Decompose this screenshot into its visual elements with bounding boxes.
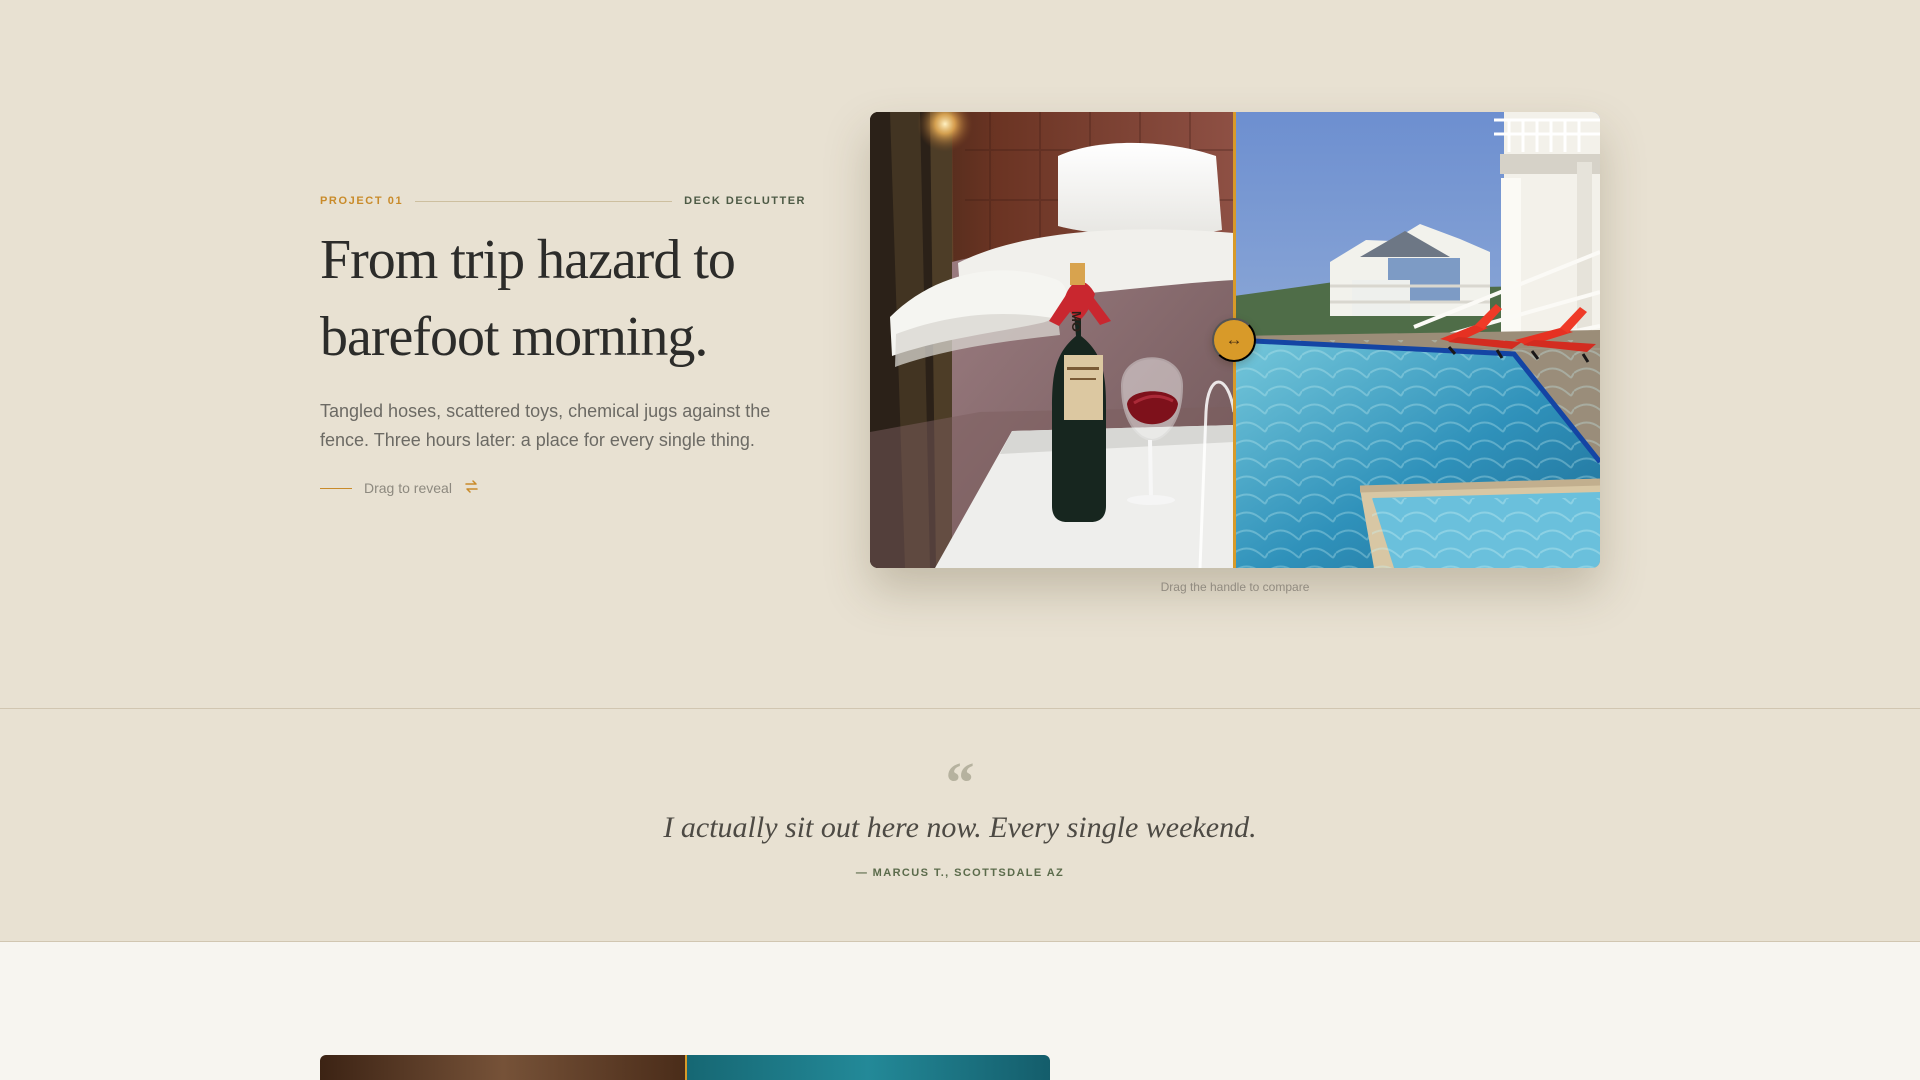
- project-title: From trip hazard to barefoot morning.: [320, 222, 790, 376]
- drag-to-reveal-hint: Drag to reveal: [320, 478, 806, 498]
- project-number: PROJECT 01: [320, 195, 404, 207]
- reveal-line: [320, 487, 352, 489]
- next-project-comparison-preview[interactable]: [320, 1055, 1050, 1080]
- next-before-photo: [320, 1055, 686, 1080]
- project-title-line-1: From trip hazard to: [320, 229, 736, 291]
- testimonial-quote: I actually sit out here now. Every singl…: [663, 811, 1257, 844]
- project-section: PROJECT 01 DECK DECLUTTER From trip haza…: [0, 0, 1920, 708]
- next-project-section: [0, 942, 1920, 1080]
- drag-to-reveal-label: Drag to reveal: [364, 480, 452, 496]
- svg-text:MO: MO: [1069, 311, 1084, 332]
- next-comparison-divider: [685, 1055, 687, 1080]
- quote-icon: “: [945, 750, 975, 815]
- project-meta: PROJECT 01 DECK DECLUTTER: [320, 190, 806, 212]
- before-after-comparison[interactable]: MO ↔: [870, 112, 1600, 568]
- after-photo-illustration: [1234, 112, 1600, 568]
- project-copy: PROJECT 01 DECK DECLUTTER From trip haza…: [320, 190, 806, 498]
- testimonial-section: “ I actually sit out here now. Every sin…: [0, 709, 1920, 941]
- before-photo-illustration: MO: [870, 112, 1234, 568]
- after-photo: [1234, 112, 1600, 568]
- next-after-photo: [686, 1055, 1050, 1080]
- project-description: Tangled hoses, scattered toys, chemical …: [320, 401, 771, 450]
- project-title-line-2: barefoot morning.: [320, 306, 708, 368]
- meta-divider: [415, 200, 673, 202]
- project-category: DECK DECLUTTER: [684, 195, 806, 207]
- before-photo: MO: [870, 112, 1234, 568]
- testimonial-author: — MARCUS T., SCOTTSDALE AZ: [855, 867, 1065, 879]
- comparison-caption: Drag the handle to compare: [1160, 580, 1310, 594]
- swap-arrows-icon: [464, 480, 479, 496]
- compare-handle[interactable]: ↔: [1212, 318, 1256, 362]
